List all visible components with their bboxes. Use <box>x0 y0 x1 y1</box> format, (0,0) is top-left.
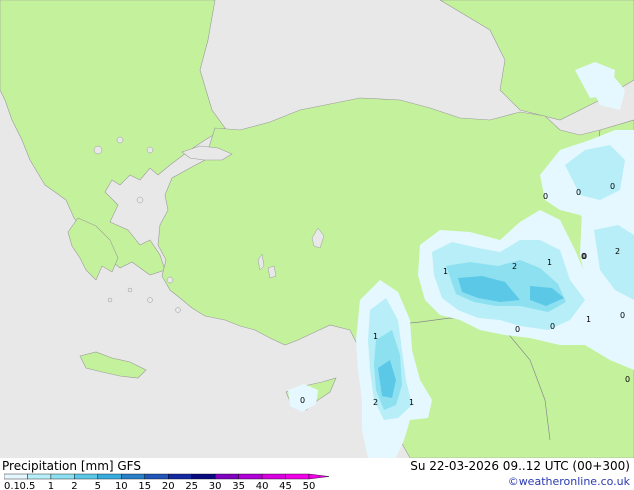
scale-tick-label: 45 <box>279 481 292 490</box>
scale-tick-label: 35 <box>232 481 245 490</box>
scale-color-boxes <box>4 473 310 480</box>
scale-tick-label: 0.1 <box>4 481 20 490</box>
contour-label-caucasus-3: 0 <box>610 182 615 191</box>
scale-tick-label: 50 <box>303 481 316 490</box>
contour-label-east-3: 1 <box>547 258 552 267</box>
scale-box <box>97 473 122 480</box>
scale-box <box>214 473 239 480</box>
scale-box <box>191 473 216 480</box>
contour-label-iran-5: 0 <box>582 252 587 261</box>
scale-box <box>238 473 263 480</box>
contour-label-levant-1: 1 <box>373 332 378 341</box>
copyright-text: ©weatheronline.co.uk <box>507 475 630 488</box>
contour-label-iran-4: 1 <box>586 315 591 324</box>
contour-label-east-2: 2 <box>512 262 517 271</box>
scale-box <box>261 473 286 480</box>
scale-tick-label: 5 <box>95 481 101 490</box>
scale-tick-label: 2 <box>71 481 77 490</box>
scale-tick-label: 0.5 <box>20 481 36 490</box>
scale-box <box>121 473 145 480</box>
precipitation-map: 1 2 1 0 0 0 1 2 1 0 0 0 0 2 0 0 1 0 <box>0 0 634 458</box>
map-footer: Precipitation [mm] GFS Su 22-03-2026 09.… <box>0 458 634 490</box>
contour-label-caucasus-1: 0 <box>543 192 548 201</box>
scale-tick-label: 30 <box>209 481 222 490</box>
contour-label-iran-3: 0 <box>625 375 630 384</box>
scale-box <box>144 473 169 480</box>
scale-tick-label: 25 <box>185 481 198 490</box>
contour-label-caucasus-2: 0 <box>576 188 581 197</box>
scale-tick-label: 40 <box>256 481 269 490</box>
contour-label-levant-2: 2 <box>373 398 378 407</box>
contour-label-east-4: 0 <box>515 325 520 334</box>
contour-label-east-5: 0 <box>550 322 555 331</box>
scale-box <box>74 473 99 480</box>
contour-label-iran-1: 2 <box>615 247 620 256</box>
forecast-datetime: Su 22-03-2026 09..12 UTC (00+300) <box>410 459 630 473</box>
scale-tick-label: 10 <box>115 481 128 490</box>
contour-label-east-1: 1 <box>443 267 448 276</box>
precipitation-color-scale: 0.1 0.5 1 2 5 10 15 20 25 30 35 40 45 50 <box>4 473 330 490</box>
contour-label-levant-3: 1 <box>409 398 414 407</box>
scale-box <box>168 473 192 480</box>
scale-tick-label: 20 <box>162 481 175 490</box>
map-title: Precipitation [mm] GFS <box>2 459 141 473</box>
scale-box <box>50 473 75 480</box>
contour-label-cyprus: 0 <box>300 396 305 405</box>
scale-box <box>285 473 310 480</box>
forecast-map-frame: 1 2 1 0 0 0 1 2 1 0 0 0 0 2 0 0 1 0 Prec… <box>0 0 634 490</box>
scale-tick-labels: 0.1 0.5 1 2 5 10 15 20 25 30 35 40 45 50 <box>4 481 315 490</box>
scale-tick-label: 1 <box>48 481 54 490</box>
scale-box <box>4 473 28 480</box>
contour-label-iran-2: 0 <box>620 311 625 320</box>
scale-box <box>27 473 52 480</box>
scale-arrow <box>308 473 330 480</box>
scale-tick-label: 15 <box>138 481 151 490</box>
